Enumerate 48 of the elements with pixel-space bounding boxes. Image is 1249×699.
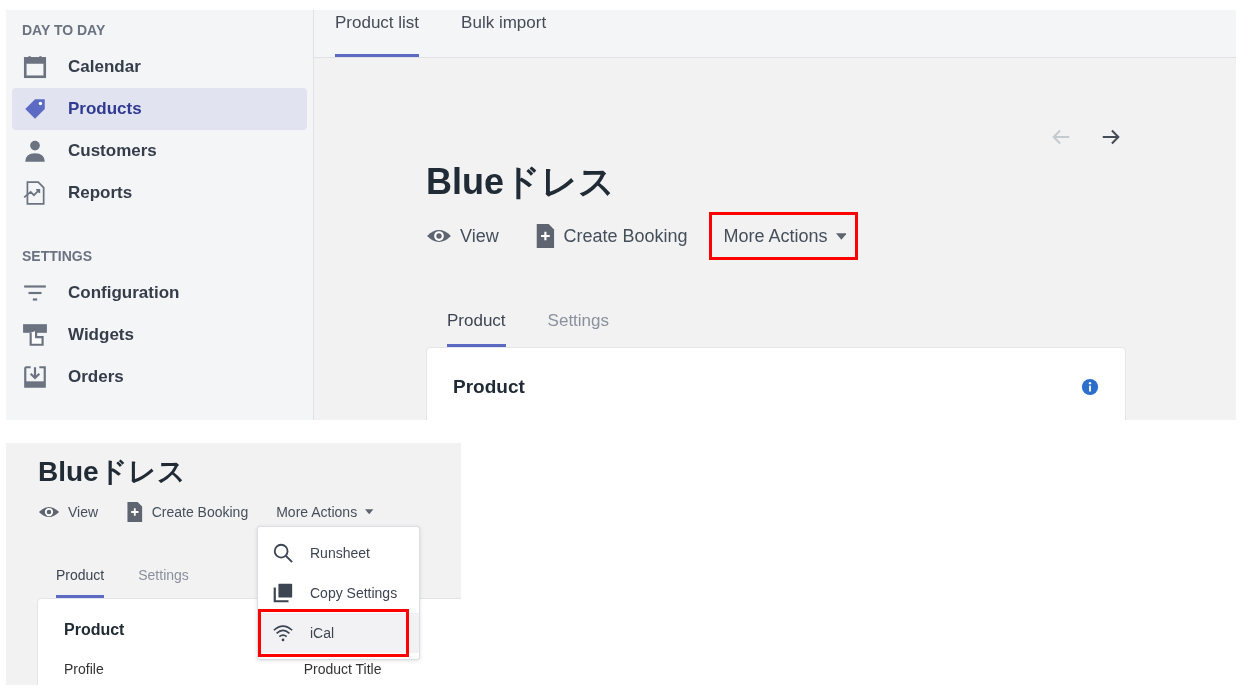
caret-icon <box>835 232 847 240</box>
widget-icon <box>22 322 48 348</box>
card-title: Product <box>453 376 525 399</box>
more-actions-dropdown[interactable]: More Actions <box>276 503 374 520</box>
download-icon <box>22 364 48 390</box>
copy-icon <box>272 582 294 604</box>
sidebar-item-label: Widgets <box>68 325 134 345</box>
menu-item[interactable]: Runsheet <box>258 533 419 573</box>
menu-item[interactable]: Copy Settings <box>258 573 419 613</box>
menu-item-label: Copy Settings <box>310 585 398 601</box>
field-label: Profile <box>64 660 104 677</box>
card-title: Product <box>64 620 125 639</box>
sidebar-item[interactable]: Customers <box>12 130 307 172</box>
sidebar-item-label: Products <box>68 99 142 119</box>
sidebar-item-label: Orders <box>68 367 124 387</box>
search-icon <box>272 542 294 564</box>
sidebar-item-label: Configuration <box>68 283 180 303</box>
tab[interactable]: Product list <box>335 10 420 57</box>
calendar-icon <box>22 54 48 80</box>
page-title: Blueドレス <box>426 160 616 204</box>
person-icon <box>22 138 48 164</box>
caret-icon <box>365 508 374 515</box>
report-icon <box>22 180 48 206</box>
document-plus-icon <box>534 223 556 250</box>
sidebar-item[interactable]: Calendar <box>12 46 307 88</box>
view-link[interactable]: View <box>38 500 99 523</box>
page-title: Blueドレス <box>38 455 187 489</box>
create-booking-link[interactable]: Create Booking <box>534 223 688 250</box>
wifi-icon <box>272 622 294 644</box>
sidebar-item-label: Calendar <box>68 57 141 77</box>
sidebar-item[interactable]: Reports <box>12 172 307 214</box>
sidebar-item[interactable]: Products <box>12 88 307 130</box>
menu-item-label: iCal <box>310 625 335 641</box>
tab[interactable]: Bulk import <box>461 10 547 57</box>
section-heading: SETTINGS <box>21 247 93 266</box>
sidebar-item-label: Reports <box>68 183 133 203</box>
sidebar-item[interactable]: Orders <box>12 356 307 398</box>
sidebar-item-label: Customers <box>68 141 157 161</box>
create-booking-link[interactable]: Create Booking <box>126 500 249 523</box>
view-link[interactable]: View <box>426 223 499 250</box>
section-heading: DAY TO DAY <box>21 21 107 40</box>
more-actions-dropdown[interactable]: More Actions <box>723 225 847 247</box>
sidebar-item[interactable]: Configuration <box>12 272 307 314</box>
field-label: Product Title <box>303 660 382 677</box>
info-icon <box>1081 378 1099 397</box>
sidebar-item[interactable]: Widgets <box>12 314 307 356</box>
document-plus-icon <box>126 500 144 523</box>
menu-item-label: Runsheet <box>310 545 370 561</box>
